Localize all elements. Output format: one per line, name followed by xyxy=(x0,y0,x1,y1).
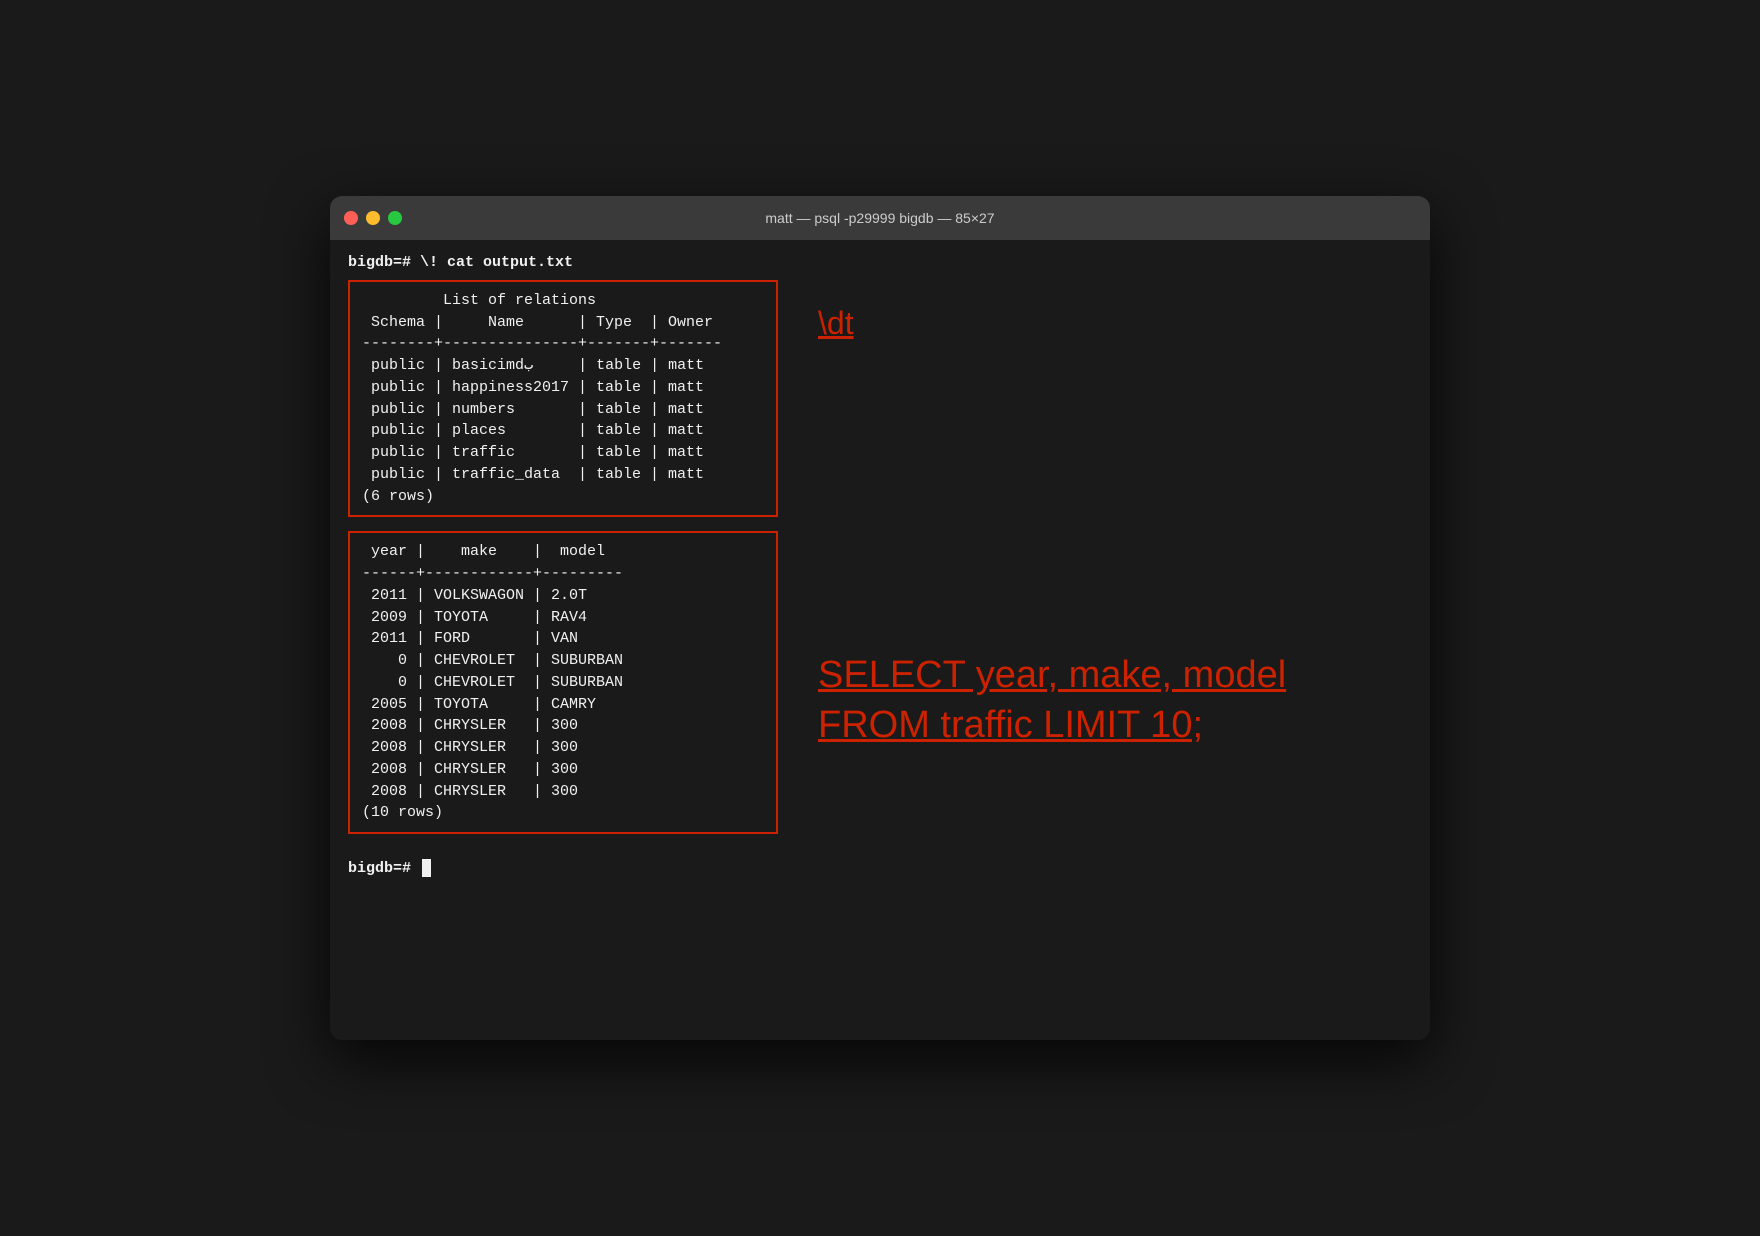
annotation-dt-area: \dt xyxy=(778,280,1412,532)
terminal-window: matt — psql -p29999 bigdb — 85×27 bigdb=… xyxy=(330,196,1430,1040)
table2-content: year | make | model ------+------------+… xyxy=(362,541,764,824)
query-line1: SELECT year, make, model xyxy=(818,654,1286,696)
annotation-query-area: SELECT year, make, model FROM traffic LI… xyxy=(778,531,1412,848)
table2-container: year | make | model ------+------------+… xyxy=(348,531,778,848)
relations-table-box: List of relations Schema | Name | Type |… xyxy=(348,280,778,518)
minimize-button[interactable] xyxy=(366,211,380,225)
titlebar: matt — psql -p29999 bigdb — 85×27 xyxy=(330,196,1430,240)
query-line2: FROM traffic LIMIT 10; xyxy=(818,704,1203,746)
table1-title: List of relations Schema | Name | Type |… xyxy=(362,290,764,508)
terminal-body[interactable]: bigdb=# \! cat output.txt List of relati… xyxy=(330,240,1430,1040)
content-area-top: List of relations Schema | Name | Type |… xyxy=(348,280,1412,532)
traffic-lights xyxy=(344,211,402,225)
cursor-block xyxy=(422,859,431,877)
query-annotation: SELECT year, make, model FROM traffic LI… xyxy=(818,651,1412,750)
prompt-line-1: bigdb=# \! cat output.txt xyxy=(348,252,1412,274)
bottom-prompt-line: bigdb=# xyxy=(348,858,1412,880)
close-button[interactable] xyxy=(344,211,358,225)
window-title: matt — psql -p29999 bigdb — 85×27 xyxy=(765,210,994,226)
content-area-bottom: year | make | model ------+------------+… xyxy=(348,531,1412,848)
bottom-prompt-text: bigdb=# xyxy=(348,860,420,877)
maximize-button[interactable] xyxy=(388,211,402,225)
traffic-table-box: year | make | model ------+------------+… xyxy=(348,531,778,834)
dt-annotation: \dt xyxy=(818,300,1412,346)
table1-container: List of relations Schema | Name | Type |… xyxy=(348,280,778,532)
